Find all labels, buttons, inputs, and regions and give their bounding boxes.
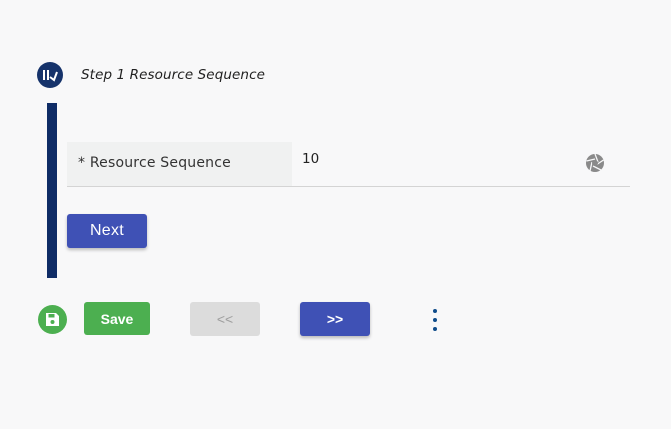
save-button[interactable]: Save — [84, 302, 150, 335]
forward-button[interactable]: >> — [300, 302, 370, 336]
step-title: Step 1 Resource Sequence — [81, 67, 266, 83]
field-underline — [67, 186, 630, 187]
next-button[interactable]: Next — [67, 214, 147, 248]
step-badge-icon — [37, 62, 63, 88]
resource-sequence-label: * Resource Sequence — [78, 155, 231, 171]
more-dot — [433, 327, 437, 331]
previous-button[interactable]: << — [190, 302, 260, 336]
step-progress-bar — [47, 103, 57, 278]
more-vertical-icon[interactable] — [428, 309, 442, 331]
resource-sequence-page: Step 1 Resource Sequence * Resource Sequ… — [0, 0, 671, 429]
aperture-icon[interactable] — [585, 153, 605, 173]
more-dot — [433, 309, 437, 313]
resource-sequence-input[interactable]: 10 — [302, 151, 319, 167]
floppy-disk-icon[interactable] — [38, 305, 67, 334]
more-dot — [433, 318, 437, 322]
